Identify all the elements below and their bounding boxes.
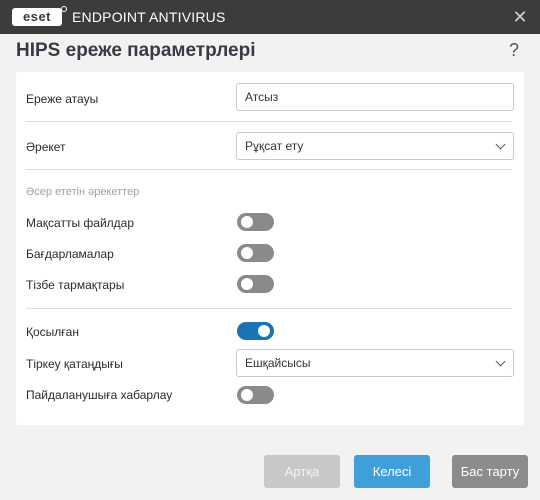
- applications-toggle[interactable]: [237, 244, 274, 262]
- chevron-down-icon: [495, 356, 506, 367]
- action-select-value: Рұқсат ету: [245, 139, 304, 153]
- enabled-label: Қосылған: [26, 325, 79, 339]
- title-bar: eset ENDPOINT ANTIVIRUS ✕: [0, 0, 540, 34]
- eset-logo: eset: [12, 8, 62, 26]
- toggle-knob: [258, 325, 270, 337]
- target-files-label: Мақсатты файлдар: [26, 216, 135, 230]
- toggle-knob: [241, 247, 253, 259]
- registered-mark-icon: [61, 6, 67, 12]
- toggle-knob: [241, 278, 253, 290]
- app-name: ENDPOINT ANTIVIRUS: [72, 9, 226, 25]
- cancel-button[interactable]: Бас тарту: [452, 455, 528, 488]
- toggle-knob: [241, 216, 253, 228]
- close-icon[interactable]: ✕: [510, 7, 530, 27]
- log-severity-select[interactable]: Ешқайсысы: [236, 349, 514, 377]
- notify-user-toggle[interactable]: [237, 386, 274, 404]
- page-title: HIPS ереже параметрлері: [16, 40, 256, 61]
- action-label: Әрекет: [26, 140, 66, 154]
- target-files-toggle[interactable]: [237, 213, 274, 231]
- action-select[interactable]: Рұқсат ету: [236, 132, 514, 160]
- registry-entries-label: Тізбе тармақтары: [26, 278, 125, 292]
- registry-entries-toggle[interactable]: [237, 275, 274, 293]
- next-button[interactable]: Келесі: [354, 455, 430, 488]
- rule-name-input[interactable]: Атсыз: [236, 83, 514, 111]
- divider: [26, 308, 512, 309]
- applications-label: Бағдарламалар: [26, 247, 114, 261]
- log-severity-select-value: Ешқайсысы: [245, 356, 311, 370]
- divider: [26, 121, 512, 122]
- chevron-down-icon: [495, 139, 506, 150]
- toggle-knob: [241, 389, 253, 401]
- help-icon[interactable]: ?: [509, 40, 519, 61]
- back-button[interactable]: Артқа: [264, 455, 340, 488]
- notify-user-label: Пайдаланушыға хабарлау: [26, 388, 173, 402]
- affected-operations-heading: Әсер ететін әрекеттер: [26, 186, 140, 198]
- enabled-toggle[interactable]: [237, 322, 274, 340]
- log-severity-label: Тіркеу қатаңдығы: [26, 357, 123, 371]
- rule-name-label: Ереже атауы: [26, 92, 99, 106]
- divider: [26, 169, 512, 170]
